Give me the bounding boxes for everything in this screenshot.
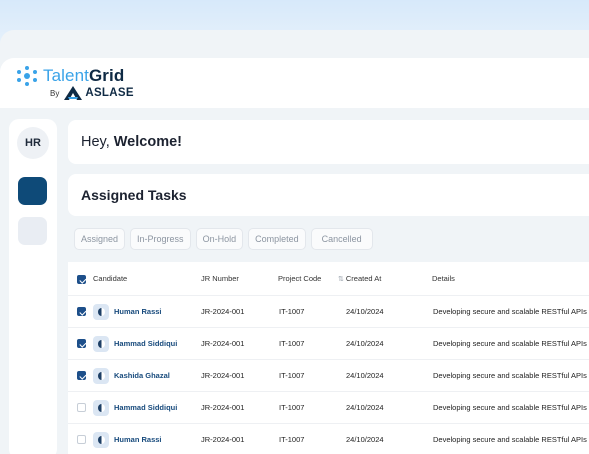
- details: Developing secure and scalable RESTful A…: [433, 307, 589, 316]
- welcome-greeting: Hey,: [81, 134, 110, 150]
- welcome-emphasis: Welcome!: [113, 134, 182, 150]
- created-at: 24/10/2024: [346, 435, 384, 444]
- brand-name-part2: Grid: [88, 66, 125, 85]
- byline: By ASLASE: [50, 86, 134, 100]
- brand-name: TalentGrid: [43, 66, 124, 86]
- table-row[interactable]: Hammad Siddiqui JR-2024-001 IT-1007 24/10/2…: [68, 328, 589, 360]
- row-checkbox[interactable]: [77, 435, 86, 444]
- row-checkbox[interactable]: [77, 307, 86, 316]
- details: Developing secure and scalable RESTful A…: [433, 371, 589, 380]
- column-candidate[interactable]: Candidate: [93, 262, 127, 295]
- jr-number: JR-2024-001: [201, 307, 245, 316]
- column-project-code[interactable]: Project Code: [278, 262, 321, 295]
- filter-cancelled[interactable]: Cancelled: [310, 228, 373, 250]
- candidate-name[interactable]: Kashida Ghazal: [114, 360, 170, 391]
- brand-name-part1: Talent: [43, 66, 89, 85]
- row-checkbox[interactable]: [77, 403, 86, 412]
- candidate-name[interactable]: Hammad Siddiqui: [114, 392, 177, 423]
- column-details[interactable]: Details: [432, 262, 455, 295]
- project-code: IT-1007: [279, 403, 305, 412]
- tasks-table: Candidate JR Number Project Code ⇅ Create…: [68, 262, 589, 454]
- sidebar-nav-item-active[interactable]: [18, 177, 47, 205]
- talentgrid-logo-icon: [17, 66, 37, 86]
- project-code: IT-1007: [279, 435, 305, 444]
- table-row[interactable]: Human Rassi JR-2024-001 IT-1007 24/10/2024 D…: [68, 296, 589, 328]
- column-created-at[interactable]: ⇅ Created At: [338, 262, 381, 295]
- created-at: 24/10/2024: [346, 307, 384, 316]
- project-code: IT-1007: [279, 371, 305, 380]
- filter-on-hold[interactable]: On-Hold: [195, 228, 244, 250]
- row-checkbox[interactable]: [77, 339, 86, 348]
- jr-number: JR-2024-001: [201, 339, 245, 348]
- candidate-name[interactable]: Human Rassi: [114, 424, 162, 454]
- status-filter-tabs: Assigned In-Progress On-Hold Completed C…: [74, 228, 378, 250]
- select-all-checkbox[interactable]: [77, 275, 86, 284]
- welcome-banner: Hey, Welcome!: [68, 120, 589, 164]
- project-code: IT-1007: [279, 339, 305, 348]
- candidate-avatar-icon: [93, 400, 109, 416]
- sidebar-nav-item[interactable]: [18, 217, 47, 245]
- talentgrid-logo: TalentGrid: [17, 66, 124, 86]
- table-row[interactable]: Hammad Siddiqui JR-2024-001 IT-1007 24/10/2…: [68, 392, 589, 424]
- by-label: By: [50, 88, 60, 98]
- details: Developing secure and scalable RESTful A…: [433, 339, 589, 348]
- table-row[interactable]: Human Rassi JR-2024-001 IT-1007 24/10/2024 D…: [68, 424, 589, 454]
- row-checkbox[interactable]: [77, 371, 86, 380]
- filter-assigned[interactable]: Assigned: [74, 228, 126, 250]
- jr-number: JR-2024-001: [201, 435, 245, 444]
- column-created-at-label: Created At: [345, 274, 382, 283]
- filter-completed[interactable]: Completed: [248, 228, 306, 250]
- sidebar: HR: [9, 119, 57, 454]
- avatar[interactable]: HR: [17, 127, 49, 159]
- details: Developing secure and scalable RESTful A…: [433, 403, 589, 412]
- table-header: Candidate JR Number Project Code ⇅ Create…: [68, 262, 589, 296]
- created-at: 24/10/2024: [346, 339, 384, 348]
- details: Developing secure and scalable RESTful A…: [433, 435, 589, 444]
- sort-icon[interactable]: ⇅: [338, 275, 344, 283]
- jr-number: JR-2024-001: [201, 403, 245, 412]
- candidate-avatar-icon: [93, 304, 109, 320]
- page-title: Assigned Tasks: [81, 187, 187, 203]
- candidate-avatar-icon: [93, 368, 109, 384]
- candidate-avatar-icon: [93, 336, 109, 352]
- candidate-name[interactable]: Human Rassi: [114, 296, 162, 327]
- candidate-avatar-icon: [93, 432, 109, 448]
- aslase-logo-icon: [64, 86, 83, 100]
- table-row[interactable]: Kashida Ghazal JR-2024-001 IT-1007 24/10/20…: [68, 360, 589, 392]
- created-at: 24/10/2024: [346, 371, 384, 380]
- project-code: IT-1007: [279, 307, 305, 316]
- filter-in-progress[interactable]: In-Progress: [130, 228, 191, 250]
- company-name: ASLASE: [85, 87, 134, 99]
- column-jr-number[interactable]: JR Number: [201, 262, 239, 295]
- assigned-tasks-header: Assigned Tasks: [68, 174, 589, 216]
- jr-number: JR-2024-001: [201, 371, 245, 380]
- created-at: 24/10/2024: [346, 403, 384, 412]
- candidate-name[interactable]: Hammad Siddiqui: [114, 328, 177, 359]
